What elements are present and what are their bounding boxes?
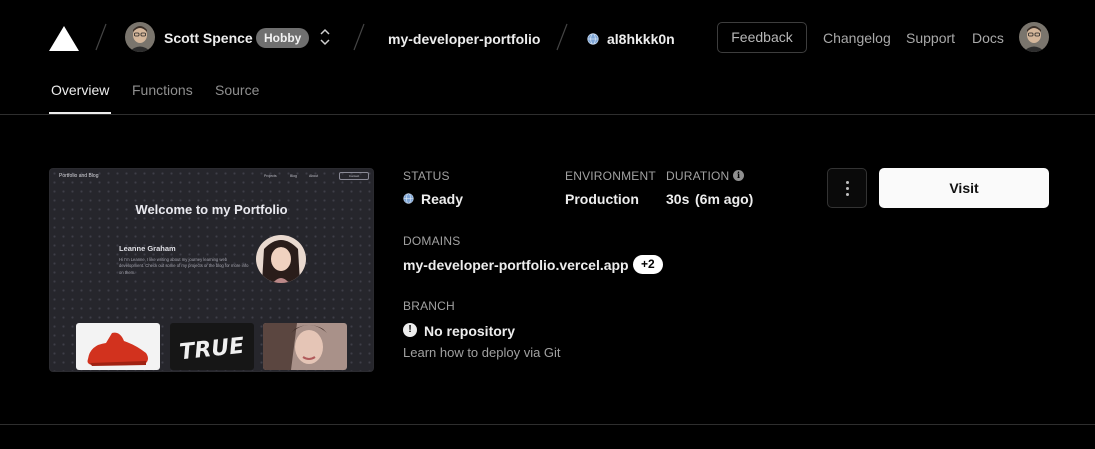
support-link[interactable]: Support <box>906 30 955 46</box>
environment-label: ENVIRONMENT <box>565 169 656 183</box>
branch-label: BRANCH <box>403 299 455 313</box>
environment-value: Production <box>565 191 639 207</box>
preview-site-nav: Portfolio and Blog Projects Blog About C… <box>50 169 373 185</box>
preview-author-name: Leanne Graham <box>119 244 176 253</box>
more-options-button[interactable] <box>827 168 867 208</box>
feedback-button[interactable]: Feedback <box>717 22 807 53</box>
chevron-updown-icon[interactable] <box>318 26 332 48</box>
changelog-link[interactable]: Changelog <box>823 30 891 46</box>
info-icon[interactable]: i <box>733 170 744 181</box>
preview-heading: Welcome to my Portfolio <box>135 202 288 217</box>
account-avatar[interactable] <box>1019 22 1049 52</box>
preview-site-brand: Portfolio and Blog <box>59 173 99 179</box>
status-label: STATUS <box>403 169 450 183</box>
alert-circle-icon: ! <box>403 323 417 337</box>
domains-label: DOMAINS <box>403 234 461 248</box>
tab-source[interactable]: Source <box>215 82 259 98</box>
vercel-logo-icon[interactable] <box>48 25 80 52</box>
breadcrumb-separator <box>95 23 107 51</box>
deployment-id[interactable]: al8hkkk0n <box>607 31 675 47</box>
branch-value: No repository <box>424 323 516 339</box>
duration-ago: (6m ago) <box>695 191 754 207</box>
preview-project-thumb-true: TRUE <box>170 323 254 370</box>
tab-bar: Overview Functions Source <box>0 76 1095 115</box>
duration-value: 30s <box>666 191 690 207</box>
preview-nav-link: About <box>309 174 319 178</box>
user-name[interactable]: Scott Spence <box>164 30 253 46</box>
breadcrumb-separator <box>353 23 365 51</box>
section-divider <box>0 424 1095 425</box>
preview-project-thumb-shoe <box>76 323 160 370</box>
active-tab-indicator <box>49 112 111 114</box>
ellipsis-vertical-icon <box>846 187 849 190</box>
domain-link[interactable]: my-developer-portfolio.vercel.app <box>403 257 629 273</box>
tab-functions[interactable]: Functions <box>132 82 193 98</box>
ellipsis-vertical-icon <box>846 193 849 196</box>
preview-project-thumb-portrait <box>263 323 347 370</box>
top-navigation-bar: Scott Spence Hobby my-developer-portfoli… <box>0 0 1095 76</box>
tab-overview[interactable]: Overview <box>51 82 109 98</box>
project-name-link[interactable]: my-developer-portfolio <box>388 31 540 47</box>
breadcrumb-separator <box>556 23 568 51</box>
preview-author-bio: Hi I'm Leanne, I like writing about my j… <box>119 257 249 275</box>
ellipsis-vertical-icon <box>846 181 849 184</box>
visit-button[interactable]: Visit <box>879 168 1049 208</box>
deployment-preview-screenshot[interactable]: Portfolio and Blog Projects Blog About C… <box>49 168 374 372</box>
globe-icon <box>403 193 414 204</box>
more-domains-badge[interactable]: +2 <box>633 255 663 274</box>
status-value: Ready <box>421 191 464 207</box>
preview-nav-link: Blog <box>290 174 298 178</box>
plan-badge: Hobby <box>256 28 310 48</box>
preview-portrait-image <box>256 235 306 283</box>
learn-deploy-git-link[interactable]: Learn how to deploy via Git <box>403 345 561 360</box>
preview-nav-link: Projects <box>264 174 277 178</box>
docs-link[interactable]: Docs <box>972 30 1004 46</box>
preview-nav-cta: Contact <box>339 172 369 180</box>
duration-label: DURATION <box>666 169 730 183</box>
user-avatar[interactable] <box>125 22 155 52</box>
globe-icon <box>587 33 599 45</box>
